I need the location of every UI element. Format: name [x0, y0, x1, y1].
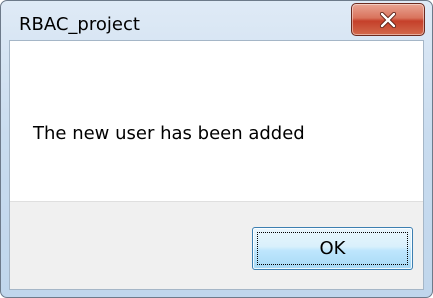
- message-dialog-window: RBAC_project The new user has been added…: [0, 0, 433, 298]
- dialog-content: The new user has been added OK: [9, 40, 424, 290]
- close-icon: [379, 11, 397, 28]
- title-bar[interactable]: RBAC_project: [1, 1, 432, 39]
- dialog-message: The new user has been added: [33, 123, 305, 144]
- button-footer: OK: [10, 201, 423, 289]
- ok-button-label: OK: [319, 238, 346, 259]
- window-title: RBAC_project: [19, 14, 140, 35]
- close-button[interactable]: [351, 3, 425, 36]
- ok-button[interactable]: OK: [252, 227, 413, 270]
